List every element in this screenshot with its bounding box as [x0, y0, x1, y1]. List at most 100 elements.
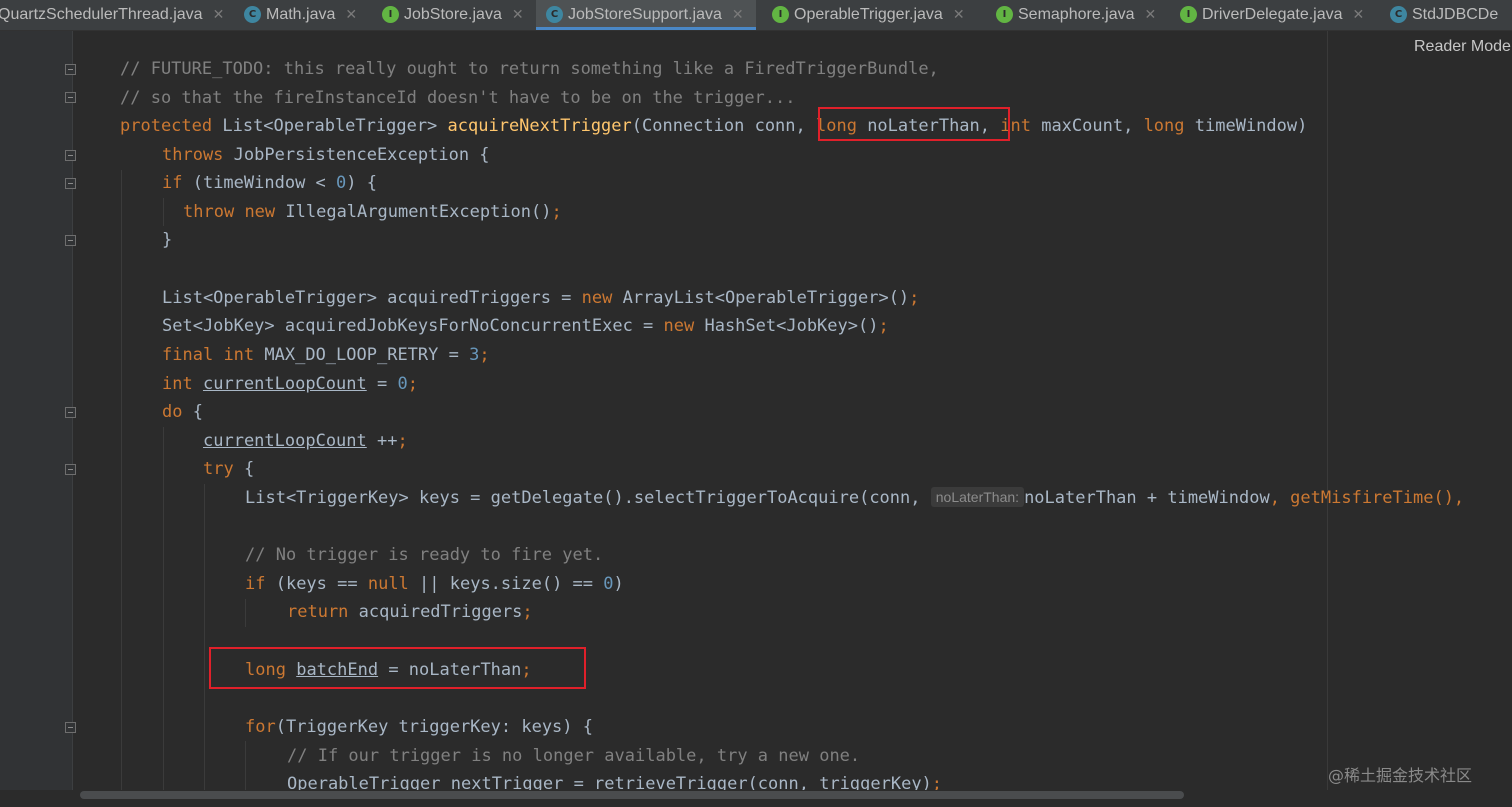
tab-driverdelegate[interactable]: I DriverDelegate.java ✕ — [1180, 0, 1364, 29]
keyword: do — [162, 402, 183, 422]
close-icon[interactable]: ✕ — [512, 7, 524, 23]
highlight-box-batchend — [209, 647, 586, 689]
tab-label: JobStoreSupport.java — [568, 5, 722, 23]
code-text: || keys.size() == — [408, 574, 604, 594]
code-text: ) — [613, 574, 624, 594]
number-literal: 0 — [397, 374, 408, 394]
keyword: long — [1143, 116, 1185, 136]
code-text: (TriggerKey triggerKey: keys) { — [275, 717, 593, 737]
code-text: Set<JobKey> acquiredJobKeysForNoConcurre… — [162, 316, 664, 336]
number-literal: 0 — [603, 574, 614, 594]
code-line: Set<JobKey> acquiredJobKeysForNoConcurre… — [162, 312, 889, 340]
close-icon[interactable]: ✕ — [345, 7, 357, 23]
variable: currentLoopCount — [202, 374, 367, 394]
scrollbar-thumb[interactable] — [80, 791, 1184, 799]
class-icon: C — [244, 6, 261, 23]
fold-icon[interactable] — [65, 92, 76, 103]
code-line: // No trigger is ready to fire yet. — [245, 545, 604, 565]
close-icon[interactable]: ✕ — [732, 7, 744, 23]
code-line: if (timeWindow < 0) { — [162, 169, 377, 197]
keyword: final — [162, 345, 214, 365]
code-text: { — [233, 459, 255, 479]
tab-label: Math.java — [266, 5, 336, 23]
code-line: protected List<OperableTrigger> acquireN… — [120, 112, 1307, 140]
number-literal: 3 — [469, 345, 480, 365]
code-text: (Connection conn, — [631, 116, 816, 136]
class-icon: C — [546, 6, 563, 23]
code-line: // If our trigger is no longer available… — [287, 746, 861, 766]
code-text: JobPersistenceException { — [223, 145, 490, 165]
semicolon: ; — [551, 202, 562, 222]
code-line: final int MAX_DO_LOOP_RETRY = 3; — [162, 341, 490, 369]
semicolon: ; — [878, 316, 889, 336]
fold-icon[interactable] — [65, 235, 76, 246]
interface-icon: I — [996, 6, 1013, 23]
indent-guide — [163, 198, 164, 226]
tab-stdjdbcdelegate[interactable]: C StdJDBCDe — [1390, 0, 1498, 29]
indent-guide — [204, 484, 205, 790]
interface-icon: I — [772, 6, 789, 23]
code-text: { — [182, 402, 203, 422]
code-text: , getMisfireTime(), — [1269, 488, 1465, 508]
fold-icon[interactable] — [65, 407, 76, 418]
semicolon: ; — [909, 288, 920, 308]
tab-label: DriverDelegate.java — [1202, 5, 1343, 23]
code-line: do { — [162, 398, 203, 426]
tab-jobstoresupport[interactable]: C JobStoreSupport.java ✕ — [536, 0, 756, 30]
tab-label: StdJDBCDe — [1412, 5, 1499, 23]
tab-label: Semaphore.java — [1018, 5, 1135, 23]
number-literal: 0 — [336, 173, 347, 193]
close-icon[interactable]: ✕ — [1353, 7, 1365, 23]
code-line: List<OperableTrigger> acquiredTriggers =… — [162, 284, 919, 312]
close-icon[interactable]: ✕ — [213, 7, 225, 23]
keyword: for — [245, 717, 276, 737]
code-text: HashSet<JobKey>() — [694, 316, 879, 336]
semicolon: ; — [522, 602, 533, 622]
indent-guide — [163, 427, 164, 790]
fold-icon[interactable] — [65, 64, 76, 75]
code-line: try { — [203, 455, 254, 483]
semicolon: ; — [397, 431, 408, 451]
keyword: new — [663, 316, 695, 336]
code-line: return acquiredTriggers; — [287, 598, 533, 626]
keyword: new — [244, 202, 276, 222]
code-line: // so that the fireInstanceId doesn't ha… — [120, 88, 796, 108]
keyword: int — [162, 374, 193, 394]
highlight-box-parameter — [818, 107, 1010, 141]
keyword: if — [245, 574, 266, 594]
keyword: if — [162, 173, 183, 193]
keyword: protected — [120, 116, 213, 136]
code-line: if (keys == null || keys.size() == 0) — [245, 570, 624, 598]
close-icon[interactable]: ✕ — [1145, 7, 1157, 23]
fold-icon[interactable] — [65, 150, 76, 161]
close-icon[interactable]: ✕ — [953, 7, 965, 23]
tab-quartzschedulerthread[interactable]: QuartzSchedulerThread.java ✕ — [0, 0, 224, 29]
tab-jobstore[interactable]: I JobStore.java ✕ — [382, 0, 524, 29]
code-text: noLaterThan + timeWindow — [1024, 488, 1270, 508]
tab-label: QuartzSchedulerThread.java — [0, 5, 203, 23]
tab-operabletrigger[interactable]: I OperableTrigger.java ✕ — [772, 0, 965, 29]
tab-label: JobStore.java — [404, 5, 502, 23]
code-text: IllegalArgumentException() — [275, 202, 552, 222]
keyword: return — [287, 602, 349, 622]
indent-guide — [245, 741, 246, 790]
code-text: ) { — [346, 173, 377, 193]
tab-math[interactable]: C Math.java ✕ — [244, 0, 357, 29]
tab-semaphore[interactable]: I Semaphore.java ✕ — [996, 0, 1156, 29]
code-text: ++ — [366, 431, 398, 451]
keyword: throws — [162, 145, 224, 165]
code-text: (timeWindow < — [182, 173, 337, 193]
code-line: currentLoopCount ++; — [203, 427, 408, 455]
keyword: int — [223, 345, 255, 365]
code-text: timeWindow) — [1184, 116, 1308, 136]
code-text: (keys == — [265, 574, 368, 594]
parameter-hint: noLaterThan: — [930, 487, 1025, 507]
code-line: List<TriggerKey> keys = getDelegate().se… — [245, 484, 1464, 512]
code-text: ArrayList<OperableTrigger>() — [612, 288, 910, 308]
indent-guide — [245, 599, 246, 627]
reader-mode-toggle[interactable]: Reader Mode — [1414, 38, 1511, 56]
fold-icon[interactable] — [65, 178, 76, 189]
fold-icon[interactable] — [65, 722, 76, 733]
fold-icon[interactable] — [65, 464, 76, 475]
code-text: List<OperableTrigger> acquiredTriggers = — [162, 288, 582, 308]
